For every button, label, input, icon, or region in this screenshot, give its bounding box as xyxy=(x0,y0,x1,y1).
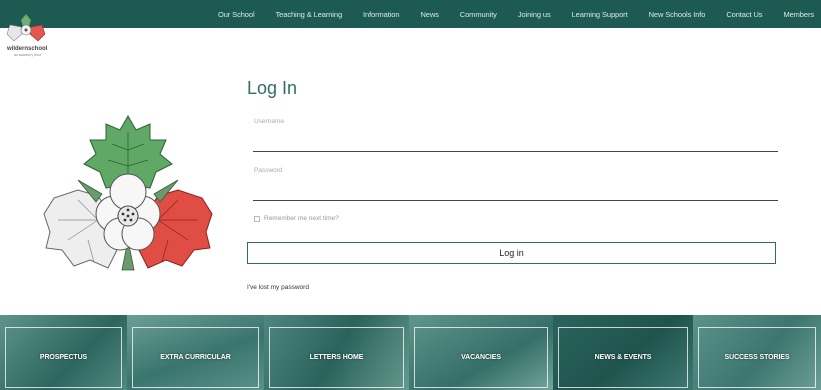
tile-label: EXTRA CURRICULAR xyxy=(160,354,231,361)
flower-emblem-icon xyxy=(43,114,213,271)
nav-new-schools-info[interactable]: New Schools Info xyxy=(649,10,706,19)
lost-password-link[interactable]: I've lost my password xyxy=(247,284,309,291)
tile-frame: NEWS & EVENTS xyxy=(558,327,688,388)
remember-me-checkbox[interactable] xyxy=(254,215,260,222)
tile-label: PROSPECTUS xyxy=(39,354,88,361)
top-navigation-bar: Our School Teaching & Learning Informati… xyxy=(0,0,821,28)
logo-name: wildernschool xyxy=(7,46,48,52)
tile-frame: EXTRA CURRICULAR xyxy=(132,327,259,388)
tile-frame: VACANCIES xyxy=(414,327,548,388)
page-title: Log In xyxy=(247,78,298,98)
tile-frame: PROSPECTUS xyxy=(5,327,122,388)
logo-subtitle: an academy trust xyxy=(14,53,41,57)
nav-community[interactable]: Community xyxy=(460,10,497,19)
tile-frame: LETTERS HOME xyxy=(269,327,404,388)
remember-me[interactable]: Remember me next time? xyxy=(254,215,339,222)
tile-vacancies[interactable]: VACANCIES xyxy=(409,315,553,390)
password-field[interactable] xyxy=(253,200,778,201)
school-logo[interactable]: wildernschool an academy trust xyxy=(4,10,48,58)
username-label: Username xyxy=(254,118,284,125)
nav-information[interactable]: Information xyxy=(363,10,400,19)
main-nav: Our School Teaching & Learning Informati… xyxy=(218,0,821,28)
login-button[interactable]: Log in xyxy=(247,242,776,264)
tile-prospectus[interactable]: PROSPECTUS xyxy=(0,315,127,390)
nav-members[interactable]: Members xyxy=(783,10,814,19)
nav-teaching-learning[interactable]: Teaching & Learning xyxy=(276,10,343,19)
tile-extra-curricular[interactable]: EXTRA CURRICULAR xyxy=(127,315,264,390)
tile-label: SUCCESS STORIES xyxy=(724,354,790,361)
nav-joining-us[interactable]: Joining us xyxy=(518,10,551,19)
password-label: Password xyxy=(254,167,283,174)
tile-frame: SUCCESS STORIES xyxy=(698,327,816,388)
username-field[interactable] xyxy=(253,151,778,152)
tile-label: LETTERS HOME xyxy=(309,354,364,361)
tile-label: VACANCIES xyxy=(461,354,501,361)
tile-label: NEWS & EVENTS xyxy=(594,354,652,361)
tile-letters-home[interactable]: LETTERS HOME xyxy=(264,315,409,390)
tile-success-stories[interactable]: SUCCESS STORIES xyxy=(693,315,821,390)
flower-logo-icon xyxy=(6,13,46,42)
nav-our-school[interactable]: Our School xyxy=(218,10,255,19)
nav-contact-us[interactable]: Contact Us xyxy=(726,10,762,19)
remember-me-label: Remember me next time? xyxy=(264,215,339,222)
quick-links: PROSPECTUS EXTRA CURRICULAR LETTERS HOME… xyxy=(0,315,821,390)
nav-news[interactable]: News xyxy=(420,10,438,19)
school-emblem xyxy=(38,110,218,280)
nav-learning-support[interactable]: Learning Support xyxy=(572,10,628,19)
tile-news-events[interactable]: NEWS & EVENTS xyxy=(553,315,693,390)
